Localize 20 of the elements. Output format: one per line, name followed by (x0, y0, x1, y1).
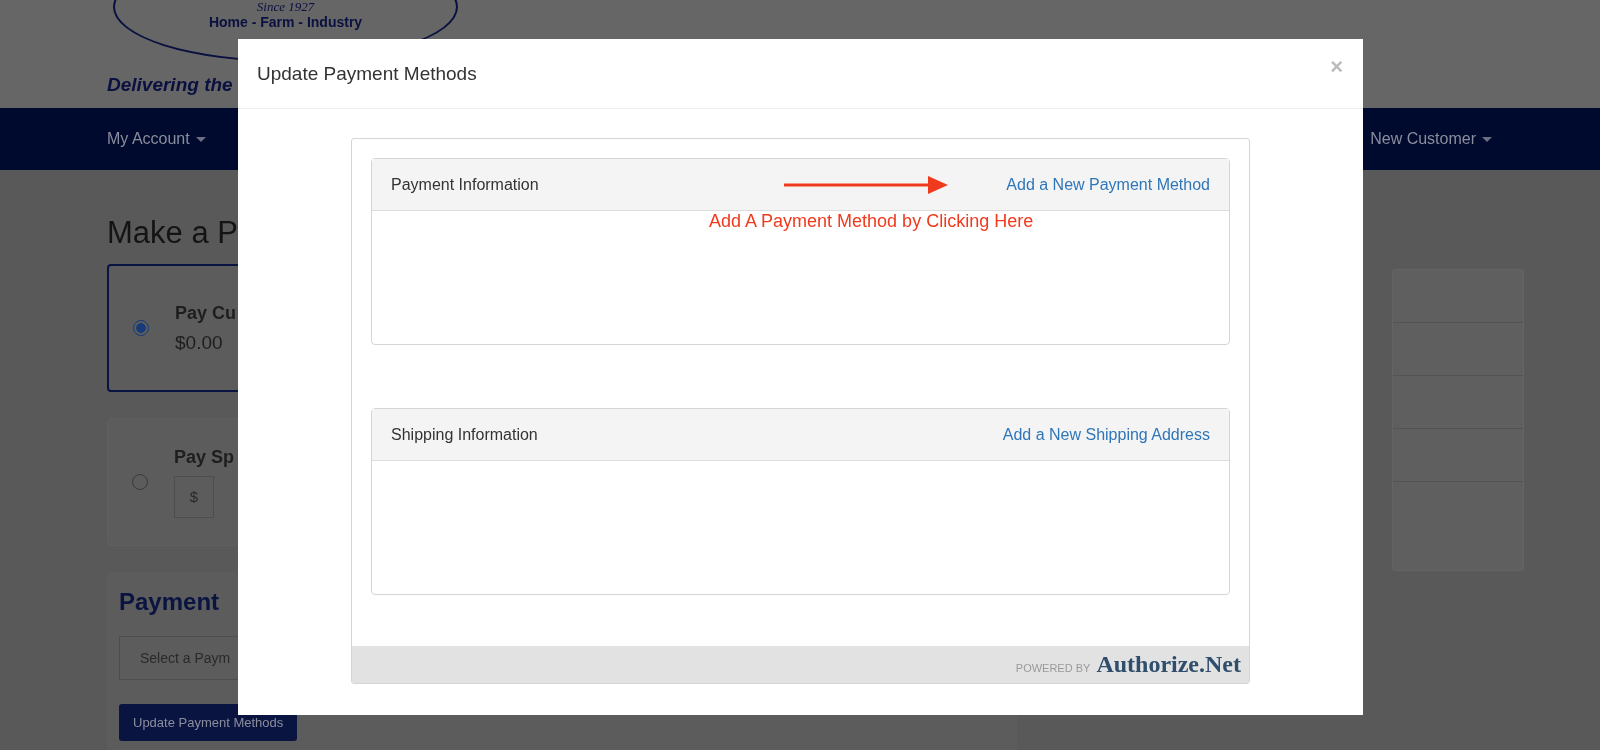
nav-menu-item[interactable]: New Customer (1370, 130, 1492, 148)
slogan: Delivering the (107, 74, 233, 96)
option-title: Pay Sp (174, 446, 235, 468)
nav-menu-item[interactable]: My Account (107, 130, 206, 148)
add-link[interactable]: Add a New Shipping Address (1002, 425, 1210, 444)
currency-prefix: $ (174, 475, 214, 518)
annotation-text: Add A Payment Method by Clicking Here (709, 211, 1034, 232)
logo-tagline: Home - Farm - Industry (208, 14, 363, 30)
powered-by-text: POWERED BY (1015, 661, 1091, 674)
modal-title: Update Payment Methods (257, 62, 477, 85)
panel-title: Payment Information (391, 175, 539, 194)
brand-logo-text: Authorize.Net (1096, 651, 1241, 678)
page-title: Make a P (107, 215, 238, 251)
logo-since-text: Since 1927 (256, 0, 315, 14)
radio-button[interactable] (133, 320, 149, 336)
add-link[interactable]: Add a New Payment Method (1006, 175, 1210, 194)
payment-title: Payment (119, 588, 221, 616)
panel-title: Shipping Information (391, 425, 538, 444)
amount-text: $0.00 (175, 331, 224, 354)
option-title: Pay Cu (175, 302, 237, 324)
